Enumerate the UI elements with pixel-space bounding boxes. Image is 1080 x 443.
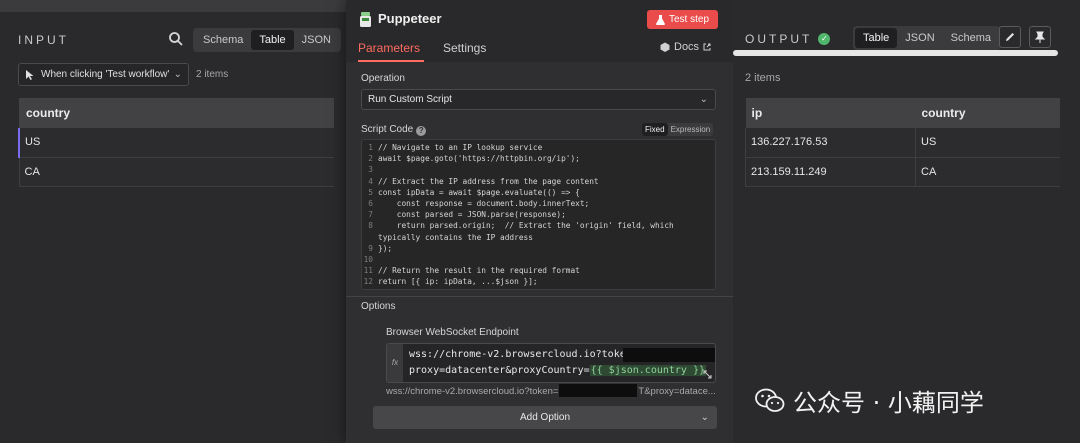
table-cell[interactable]: US xyxy=(18,128,334,158)
table-cell[interactable]: CA xyxy=(18,157,334,187)
output-table: ip country 136.227.176.53 US 213.159.11.… xyxy=(745,98,1060,187)
endpoint-preview: wss://chrome-v2.browsercloud.io?token= T&… xyxy=(386,386,716,397)
mode-fixed[interactable]: Fixed xyxy=(642,123,668,136)
code-editor[interactable]: 1// Navigate to an IP lookup service 2 aw… xyxy=(361,139,716,290)
node-header: Puppeteer Test step Parameters Settings … xyxy=(346,0,733,62)
operation-label: Operation xyxy=(361,73,405,84)
table-cell[interactable]: 136.227.176.53 xyxy=(745,128,916,158)
input-view-table[interactable]: Table xyxy=(251,30,294,50)
wechat-watermark: 公众号 · 小藕同学 xyxy=(755,383,984,418)
code-line: 10 xyxy=(363,255,373,265)
cube-icon xyxy=(660,42,670,52)
horizontal-scrollbar[interactable] xyxy=(733,50,1058,56)
output-title: OUTPUT ✓ xyxy=(745,32,831,46)
table-cell[interactable]: US xyxy=(915,128,1060,158)
add-option-button[interactable]: Add Option ⌄ xyxy=(373,406,717,429)
add-option-label: Add Option xyxy=(519,412,571,423)
table-cell[interactable]: CA xyxy=(915,157,1060,187)
fixed-expression-toggle: Fixed Expression xyxy=(642,123,714,136)
endpoint-line-1: wss://chrome-v2.browsercloud.io?token= xyxy=(409,349,638,360)
edit-output-button[interactable] xyxy=(999,26,1021,48)
help-icon[interactable]: ? xyxy=(416,126,427,136)
expand-icon[interactable] xyxy=(703,370,712,379)
tab-parameters[interactable]: Parameters xyxy=(358,41,420,55)
trigger-select[interactable]: When clicking 'Test workflow' ⌄ xyxy=(18,63,189,86)
table-row: US xyxy=(18,128,334,158)
code-line: 11// Return the result in the required f… xyxy=(363,266,580,276)
puppeteer-icon xyxy=(360,12,371,27)
input-table: country US CA xyxy=(18,98,334,187)
code-line: 4// Extract the IP address from the page… xyxy=(368,176,599,186)
options-label: Options xyxy=(361,301,396,312)
input-view-toggle: Schema Table JSON xyxy=(193,28,341,52)
docs-label: Docs xyxy=(674,41,700,53)
code-line: 8 return parsed.origin; // Extract the '… xyxy=(368,221,674,231)
endpoint-line-2: proxy=datacenter&proxyCountry={{ $json.c… xyxy=(409,365,707,376)
output-title-text: OUTPUT xyxy=(745,32,813,46)
input-view-schema[interactable]: Schema xyxy=(195,30,251,50)
code-line: 9}); xyxy=(368,243,393,253)
table-row: 136.227.176.53 US xyxy=(745,128,1060,158)
redacted-token xyxy=(559,384,637,397)
mode-expression[interactable]: Expression xyxy=(668,123,714,136)
websocket-endpoint-label: Browser WebSocket Endpoint xyxy=(386,327,519,338)
table-row: CA xyxy=(18,157,334,187)
output-panel: OUTPUT ✓ Table JSON Schema 2 items ip co… xyxy=(733,0,1080,443)
output-items-count: 2 items xyxy=(745,72,781,84)
code-line: 6 const response = document.body.innerTe… xyxy=(368,199,590,209)
output-view-toggle: Table JSON Schema xyxy=(853,26,1001,50)
test-step-label: Test step xyxy=(668,14,710,25)
tab-settings[interactable]: Settings xyxy=(443,41,486,55)
code-line: 5 const ipData = await $page.evaluate(() … xyxy=(368,187,580,197)
pin-icon xyxy=(1034,31,1046,43)
watermark-text: 公众号 · 小藕同学 xyxy=(793,389,984,417)
input-view-json[interactable]: JSON xyxy=(294,30,339,50)
expression-token: {{ $json.country }} xyxy=(589,365,707,376)
flask-icon xyxy=(655,14,665,25)
redacted-token xyxy=(623,348,715,362)
operation-value: Run Custom Script xyxy=(368,94,452,105)
script-code-label: Script Code? xyxy=(361,124,427,136)
canvas-strip xyxy=(0,0,346,12)
table-cell[interactable]: 213.159.11.249 xyxy=(745,157,916,187)
output-view-table[interactable]: Table xyxy=(855,28,898,48)
wechat-icon xyxy=(755,388,785,412)
chevron-down-icon: ⌄ xyxy=(699,94,708,105)
output-column-header[interactable]: country xyxy=(915,98,1060,128)
output-view-schema[interactable]: Schema xyxy=(943,28,999,48)
fx-icon: fx xyxy=(387,344,403,382)
code-line: 1// Navigate to an IP lookup service xyxy=(368,143,543,152)
success-check-icon: ✓ xyxy=(818,33,831,45)
input-items-count: 2 items xyxy=(196,69,229,80)
table-row: 213.159.11.249 CA xyxy=(745,157,1060,187)
pin-output-button[interactable] xyxy=(1029,26,1051,48)
code-line: typically contains the IP address xyxy=(378,232,533,242)
pencil-icon xyxy=(1006,33,1014,41)
input-title: INPUT xyxy=(18,33,69,47)
input-panel: INPUT Schema Table JSON When clicking 'T… xyxy=(0,0,346,443)
divider xyxy=(346,296,733,297)
test-step-button[interactable]: Test step xyxy=(647,10,718,29)
trigger-select-value: When clicking 'Test workflow' xyxy=(41,69,170,80)
external-link-icon xyxy=(703,43,711,51)
operation-select[interactable]: Run Custom Script ⌄ xyxy=(361,89,716,110)
search-icon[interactable] xyxy=(168,31,184,47)
docs-link[interactable]: Docs xyxy=(660,41,711,53)
output-view-json[interactable]: JSON xyxy=(897,28,942,48)
node-modal: Puppeteer Test step Parameters Settings … xyxy=(346,0,733,443)
script-code-label-text: Script Code xyxy=(361,124,414,135)
node-title: Puppeteer xyxy=(378,11,442,26)
code-line: 12 return [{ ip: ipData, ...$json }]; xyxy=(363,277,538,287)
chevron-down-icon: ⌄ xyxy=(700,412,709,423)
input-column-header[interactable]: country xyxy=(19,98,334,128)
websocket-endpoint-field[interactable]: fx wss://chrome-v2.browsercloud.io?token… xyxy=(386,343,716,383)
chevron-down-icon: ⌄ xyxy=(173,69,182,80)
cursor-icon xyxy=(26,69,34,80)
code-line: 7 const parsed = JSON.parse(response); xyxy=(368,210,566,220)
code-line: 2 await $page.goto('https://httpbin.org/i… xyxy=(368,154,580,164)
code-line: 3 xyxy=(368,165,373,175)
output-column-header[interactable]: ip xyxy=(745,98,916,128)
